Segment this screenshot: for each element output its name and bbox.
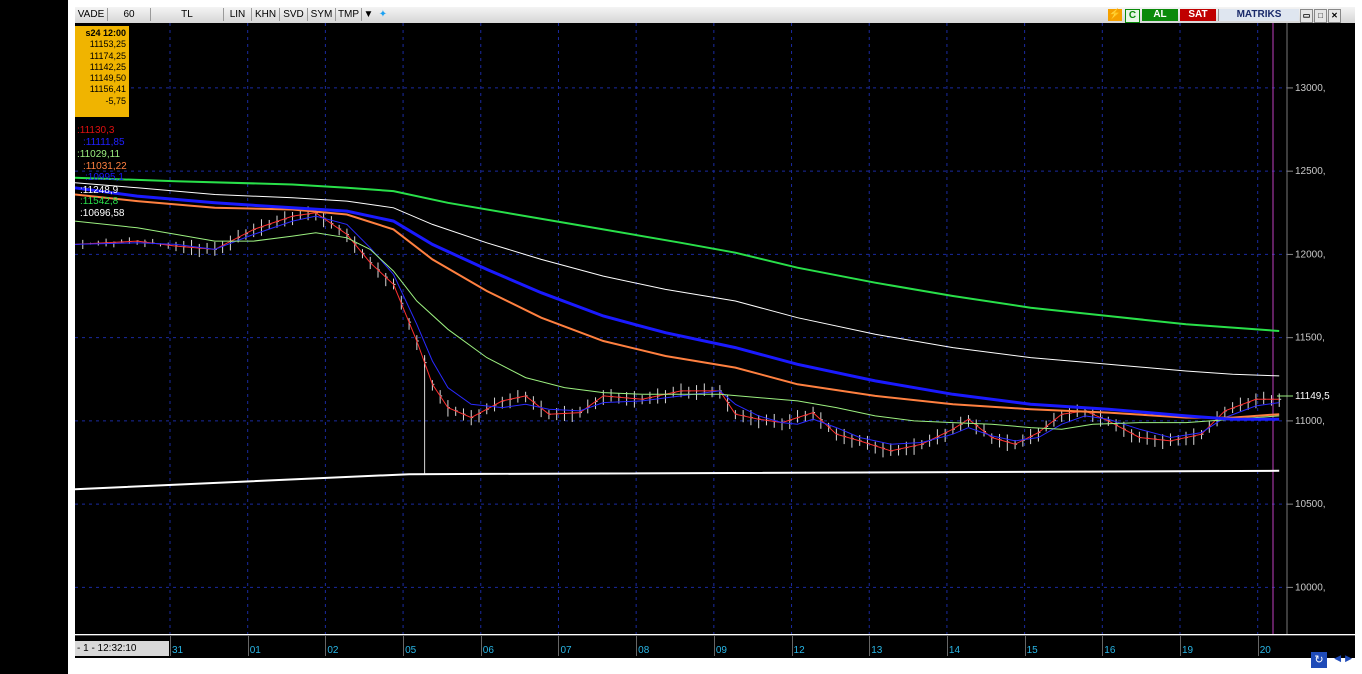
toolbar-svd[interactable]: SVD [280,8,308,21]
x-tick-mark [1257,636,1259,656]
info-low: 11142,25 [89,61,126,72]
toolbar-lin[interactable]: LIN [224,8,252,21]
x-tick-mark [869,636,871,656]
brand-logo: MATRIKS [1218,9,1299,21]
x-tick-mark [1102,636,1104,656]
legend-ma-6: :11248,9 [80,185,119,196]
sell-button[interactable]: SAT [1180,9,1216,21]
x-tick-label: 13 [871,645,883,656]
legend-ma-5: :10995,1 [85,172,124,183]
y-tick-label: 10000, [1295,582,1326,593]
x-tick-label: 31 [172,645,184,656]
y-tick-label: 10500, [1295,499,1326,510]
sync-icon[interactable]: ↻ [1311,652,1327,668]
datetime-label: - 1 - 12:32:10 [75,641,169,656]
toolbar-currency[interactable]: TL [151,8,224,21]
info-high: 11174,25 [89,50,126,61]
y-tick-label: 12000, [1295,249,1326,260]
chart-canvas: 13000, 12500, 12000, 11500, 11000, 10500, 1000… [74,23,1330,634]
y-tick-label: 11000, [1295,416,1325,427]
y-tick-label: 13000, [1295,83,1326,94]
time-axis: - 1 - 12:32:10 31 01 02 05 06 07 08 09 12 13 14 15 1… [75,635,1355,659]
x-tick-mark [713,636,715,656]
price-chart[interactable]: 13000, 12500, 12000, 11500, 11000, 10500, 1000… [74,23,1355,634]
series-line [74,182,1280,377]
series-line [74,193,1280,419]
x-tick-label: 16 [1104,645,1116,656]
x-tick-mark [636,636,638,656]
x-tick-mark [403,636,405,656]
toolbar-khn[interactable]: KHN [252,8,280,21]
toolbar-tmp[interactable]: TMP [336,8,362,21]
minimize-icon[interactable]: ▭ [1300,9,1313,23]
legend-ma-4: :11031,22 [83,161,127,172]
toolbar-period[interactable]: 60 [108,8,151,21]
x-tick-mark [946,636,948,656]
x-tick-label: 14 [948,645,961,656]
status-strip: ↻ ◀ ▶ [75,652,1355,672]
x-tick-label: 12 [793,645,805,656]
scroll-left-icon[interactable]: ◀ [1334,654,1341,664]
twitter-icon[interactable]: ✦ [376,8,390,21]
ohlc-info-box: s24 12:00 11153,25 11174,25 11142,25 111… [75,26,129,117]
info-average: 11156,41 [89,84,126,95]
x-tick-label: 08 [638,645,650,656]
x-tick-mark [170,636,171,656]
x-tick-label: 02 [327,645,339,656]
legend-ma-1: :11130,3 [77,125,115,136]
x-tick-mark [247,636,249,656]
x-tick-label: 01 [249,645,261,656]
scroll-right-icon[interactable]: ▶ [1345,654,1352,664]
toolbar-vade[interactable]: VADE [75,8,108,21]
x-tick-label: 15 [1026,645,1038,656]
x-tick-label: 05 [405,645,417,656]
x-tick-mark [480,636,482,656]
buy-button[interactable]: AL [1142,9,1178,21]
y-tick-label: 11500, [1295,333,1325,344]
legend-ma-2: :11111,85 [83,137,125,148]
chart-toolbar: VADE 60 TL LIN KHN SVD SYM TMP ▼ ✦ ⚡ C A… [75,7,1355,24]
x-tick-label: 07 [560,645,572,656]
x-tick-label: 20 [1259,645,1271,656]
x-tick-mark [1024,636,1026,656]
info-open: 11153,25 [89,39,126,50]
info-change: -5,75 [105,95,126,106]
info-close: 11149,50 [89,73,126,84]
series-line [74,186,1280,421]
close-icon[interactable]: ✕ [1328,9,1341,23]
series-line [74,212,1280,452]
last-price-label: 11149,5 [1295,391,1330,402]
x-tick-label: 06 [482,645,494,656]
toolbar-sym[interactable]: SYM [308,8,336,21]
maximize-icon[interactable]: □ [1314,9,1327,23]
series-line [74,220,1280,430]
lightning-icon[interactable]: ⚡ [1108,9,1122,21]
x-tick-mark [791,636,793,656]
dropdown-arrow-icon[interactable]: ▼ [362,8,375,21]
refresh-button[interactable]: C [1125,9,1140,23]
x-tick-mark [1180,636,1181,656]
info-datetime: s24 12:00 [85,28,126,38]
x-tick-mark [558,636,560,656]
legend-ma-3: :11029,11 [77,149,121,160]
x-tick-label: 19 [1182,645,1194,656]
series-line [74,469,1280,491]
legend-ma-7: :11542,8 [80,196,119,207]
y-tick-label: 12500, [1295,166,1326,177]
legend-ma-8: :10696,58 [80,208,125,219]
x-tick-label: 09 [715,645,727,656]
x-tick-mark [325,636,327,656]
